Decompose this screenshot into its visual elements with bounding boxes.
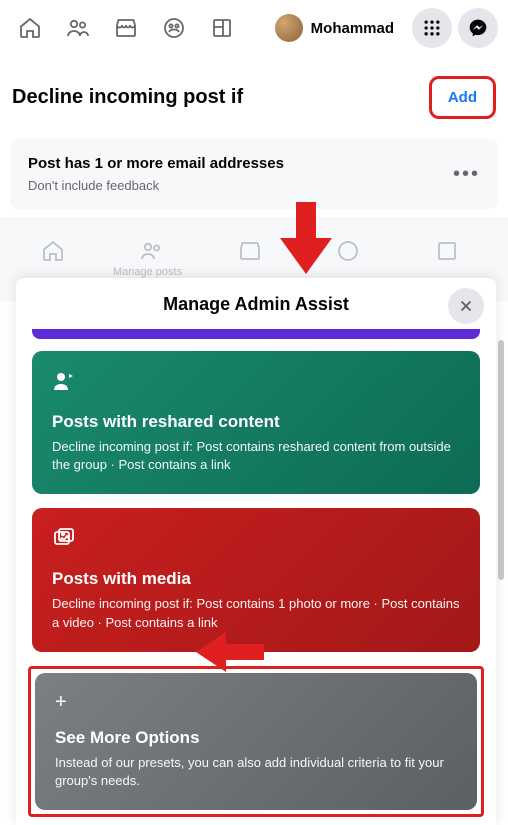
- rule-title: Post has 1 or more email addresses: [28, 155, 284, 172]
- close-button[interactable]: [448, 288, 484, 324]
- card-description: Decline incoming post if: Post contains …: [52, 595, 460, 631]
- rule-card[interactable]: Post has 1 or more email addresses Don't…: [10, 139, 498, 209]
- card-description: Decline incoming post if: Post contains …: [52, 438, 460, 474]
- rule-subtitle: Don't include feedback: [28, 178, 284, 193]
- see-more-highlight: + See More Options Instead of our preset…: [28, 666, 484, 817]
- avatar[interactable]: [275, 14, 303, 42]
- gaming-icon[interactable]: [202, 8, 242, 48]
- home-icon[interactable]: [10, 8, 50, 48]
- media-icon: [52, 526, 460, 555]
- groups-icon[interactable]: [154, 8, 194, 48]
- option-reshared-content[interactable]: Posts with reshared content Decline inco…: [32, 351, 480, 494]
- add-button-highlight: Add: [429, 76, 496, 119]
- messenger-icon[interactable]: [458, 8, 498, 48]
- purple-accent-bar: [32, 329, 480, 339]
- bg-manage-posts-label: Manage posts: [113, 266, 182, 278]
- card-description: Instead of our presets, you can also add…: [55, 754, 457, 790]
- section-title: Decline incoming post if: [12, 86, 243, 109]
- person-share-icon: [52, 369, 460, 398]
- more-options-icon[interactable]: •••: [453, 163, 480, 186]
- card-title: Posts with media: [52, 569, 460, 589]
- top-navbar: Mohammad: [0, 0, 508, 56]
- section-header: Decline incoming post if Add: [0, 56, 508, 131]
- bg-gaming-icon: [427, 231, 467, 271]
- add-button[interactable]: Add: [434, 81, 491, 114]
- bg-groups-icon: [328, 231, 368, 271]
- manage-admin-assist-modal: Manage Admin Assist Posts with reshared …: [16, 278, 496, 825]
- bg-home-icon: [33, 231, 73, 271]
- username-label[interactable]: Mohammad: [311, 20, 394, 37]
- friends-icon[interactable]: [58, 8, 98, 48]
- card-title: See More Options: [55, 728, 457, 748]
- modal-title: Manage Admin Assist: [163, 294, 349, 314]
- card-title: Posts with reshared content: [52, 412, 460, 432]
- scrollbar[interactable]: [498, 340, 504, 580]
- marketplace-icon[interactable]: [106, 8, 146, 48]
- option-see-more[interactable]: + See More Options Instead of our preset…: [35, 673, 477, 810]
- option-posts-media[interactable]: Posts with media Decline incoming post i…: [32, 508, 480, 651]
- plus-icon: +: [55, 691, 457, 714]
- bg-friends-icon: [132, 231, 172, 271]
- menu-grid-icon[interactable]: [412, 8, 452, 48]
- bg-marketplace-icon: [230, 231, 270, 271]
